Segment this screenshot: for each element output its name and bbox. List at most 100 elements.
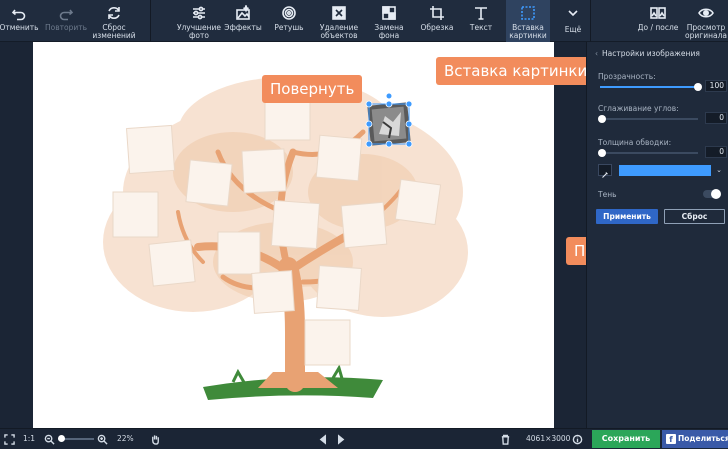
share-label: Поделиться (678, 434, 728, 443)
workspace-right (554, 42, 586, 428)
reset-changes-label: Сброс изменений (92, 23, 136, 40)
expand-icon (4, 433, 15, 445)
reset-changes-button[interactable]: Сброс изменений (90, 0, 138, 42)
corner-smoothing-value[interactable]: 0 (705, 112, 727, 124)
reset-button[interactable]: Сброс (664, 209, 725, 224)
replace-background-label: Замена фона (374, 23, 404, 40)
zoom-in-icon (97, 434, 108, 445)
opacity-slider-knob[interactable] (694, 83, 702, 91)
actual-size-button[interactable]: 1:1 (23, 429, 35, 449)
color-dropdown-chevron-icon[interactable]: ⌄ (713, 165, 725, 176)
trash-icon (501, 434, 510, 445)
image-dimensions: 4061×3000 (526, 434, 571, 443)
previous-button[interactable] (318, 429, 329, 449)
enhance-label: Улучшение фото (176, 23, 222, 40)
effects-label: Эффекты (224, 23, 262, 32)
corner-smoothing-slider[interactable] (598, 115, 698, 123)
zoom-in-button[interactable] (97, 429, 108, 449)
insert-image-callout: Вставка картинки (436, 57, 596, 85)
rotate-handle[interactable] (386, 93, 392, 99)
insert-image-label: Вставка картинки (509, 23, 547, 40)
redo-button[interactable]: Повторить (44, 0, 88, 42)
refresh-icon (108, 7, 120, 19)
border-width-label: Толщина обводки: (598, 138, 672, 147)
border-width-slider[interactable] (598, 149, 698, 157)
border-color-picker[interactable] (619, 165, 711, 176)
facebook-icon: f (666, 434, 676, 444)
corner-smoothing-label: Сглаживание углов: (598, 104, 679, 113)
remove-objects-label: Удаление объектов (319, 23, 359, 40)
undo-button[interactable]: Отменить (0, 0, 39, 42)
opacity-slider[interactable] (600, 83, 702, 91)
share-button[interactable]: f Поделиться (662, 430, 728, 448)
triangle-right-icon (337, 433, 345, 445)
border-width-value[interactable]: 0 (705, 146, 727, 158)
zoom-out-button[interactable] (44, 429, 55, 449)
zoom-slider[interactable] (58, 435, 94, 442)
insert-image-icon (521, 6, 535, 20)
crop-icon (430, 6, 444, 20)
sliders-icon (193, 6, 205, 20)
panel-title: Настройки изображения (602, 49, 700, 58)
fullscreen-button[interactable] (4, 429, 15, 449)
delete-button[interactable] (500, 429, 511, 449)
before-after-label: До / после (637, 23, 679, 32)
opacity-value[interactable]: 100 (705, 80, 727, 92)
image-settings-panel: ‹ Настройки изображения Прозрачность: 100… (586, 42, 728, 428)
zoom-level: 22% (117, 434, 134, 443)
opacity-slider-fill (600, 86, 698, 88)
shadow-toggle[interactable] (703, 189, 721, 199)
zoom-slider-knob[interactable] (58, 435, 65, 442)
retouch-button[interactable]: Ретушь (268, 0, 310, 42)
main-toolbar: Отменить Повторить Сброс изменений Улучш… (0, 0, 728, 42)
crop-label: Обрезка (420, 23, 454, 32)
text-label: Текст (469, 23, 493, 32)
panel-header[interactable]: ‹ Настройки изображения (587, 46, 728, 62)
info-button[interactable] (572, 429, 583, 449)
more-label: Ещё (564, 25, 582, 34)
redo-label: Повторить (44, 23, 88, 32)
hand-icon (152, 434, 159, 445)
eye-icon (698, 8, 714, 18)
redo-icon (59, 9, 74, 21)
info-icon (572, 434, 583, 444)
toolbar-divider (150, 0, 151, 42)
eyedropper-icon (602, 172, 608, 178)
opacity-label: Прозрачность: (598, 72, 656, 81)
text-icon (475, 7, 487, 20)
chevron-down-icon (568, 10, 578, 17)
view-original-button[interactable]: Просмотр оригинала (684, 0, 728, 42)
undo-label: Отменить (0, 23, 39, 32)
toolbar-divider (590, 0, 591, 42)
before-after-icon (650, 7, 666, 19)
retouch-label: Ретушь (274, 23, 304, 32)
zoom-out-icon (44, 434, 55, 445)
workspace-left (0, 42, 33, 428)
triangle-left-icon (319, 433, 327, 445)
text-button[interactable]: Текст (460, 0, 502, 42)
effects-button[interactable]: Эффекты (222, 0, 264, 42)
before-after-button[interactable]: До / после (634, 0, 682, 42)
next-button[interactable] (335, 429, 346, 449)
save-button[interactable]: Сохранить (592, 430, 660, 448)
eraser-icon (332, 6, 346, 20)
corner-smoothing-knob[interactable] (598, 115, 606, 123)
more-button[interactable]: Ещё (556, 0, 590, 42)
background-icon (382, 6, 396, 20)
shadow-label: Тень (598, 190, 617, 199)
effects-icon (236, 5, 250, 20)
shadow-toggle-knob (711, 189, 721, 199)
border-width-knob[interactable] (598, 149, 606, 157)
replace-background-button[interactable]: Замена фона (366, 0, 412, 42)
remove-objects-button[interactable]: Удаление объектов (316, 0, 362, 42)
view-original-label: Просмотр оригинала (685, 23, 727, 40)
undo-icon (11, 9, 26, 21)
crop-button[interactable]: Обрезка (416, 0, 458, 42)
enhance-button[interactable]: Улучшение фото (176, 0, 222, 42)
rotate-callout: Повернуть (262, 75, 363, 103)
hand-tool-button[interactable] (150, 429, 161, 449)
eyedropper-button[interactable] (598, 164, 612, 178)
apply-button[interactable]: Применить (596, 209, 658, 224)
chevron-left-icon[interactable]: ‹ (595, 49, 598, 58)
insert-image-button[interactable]: Вставка картинки (506, 0, 550, 42)
